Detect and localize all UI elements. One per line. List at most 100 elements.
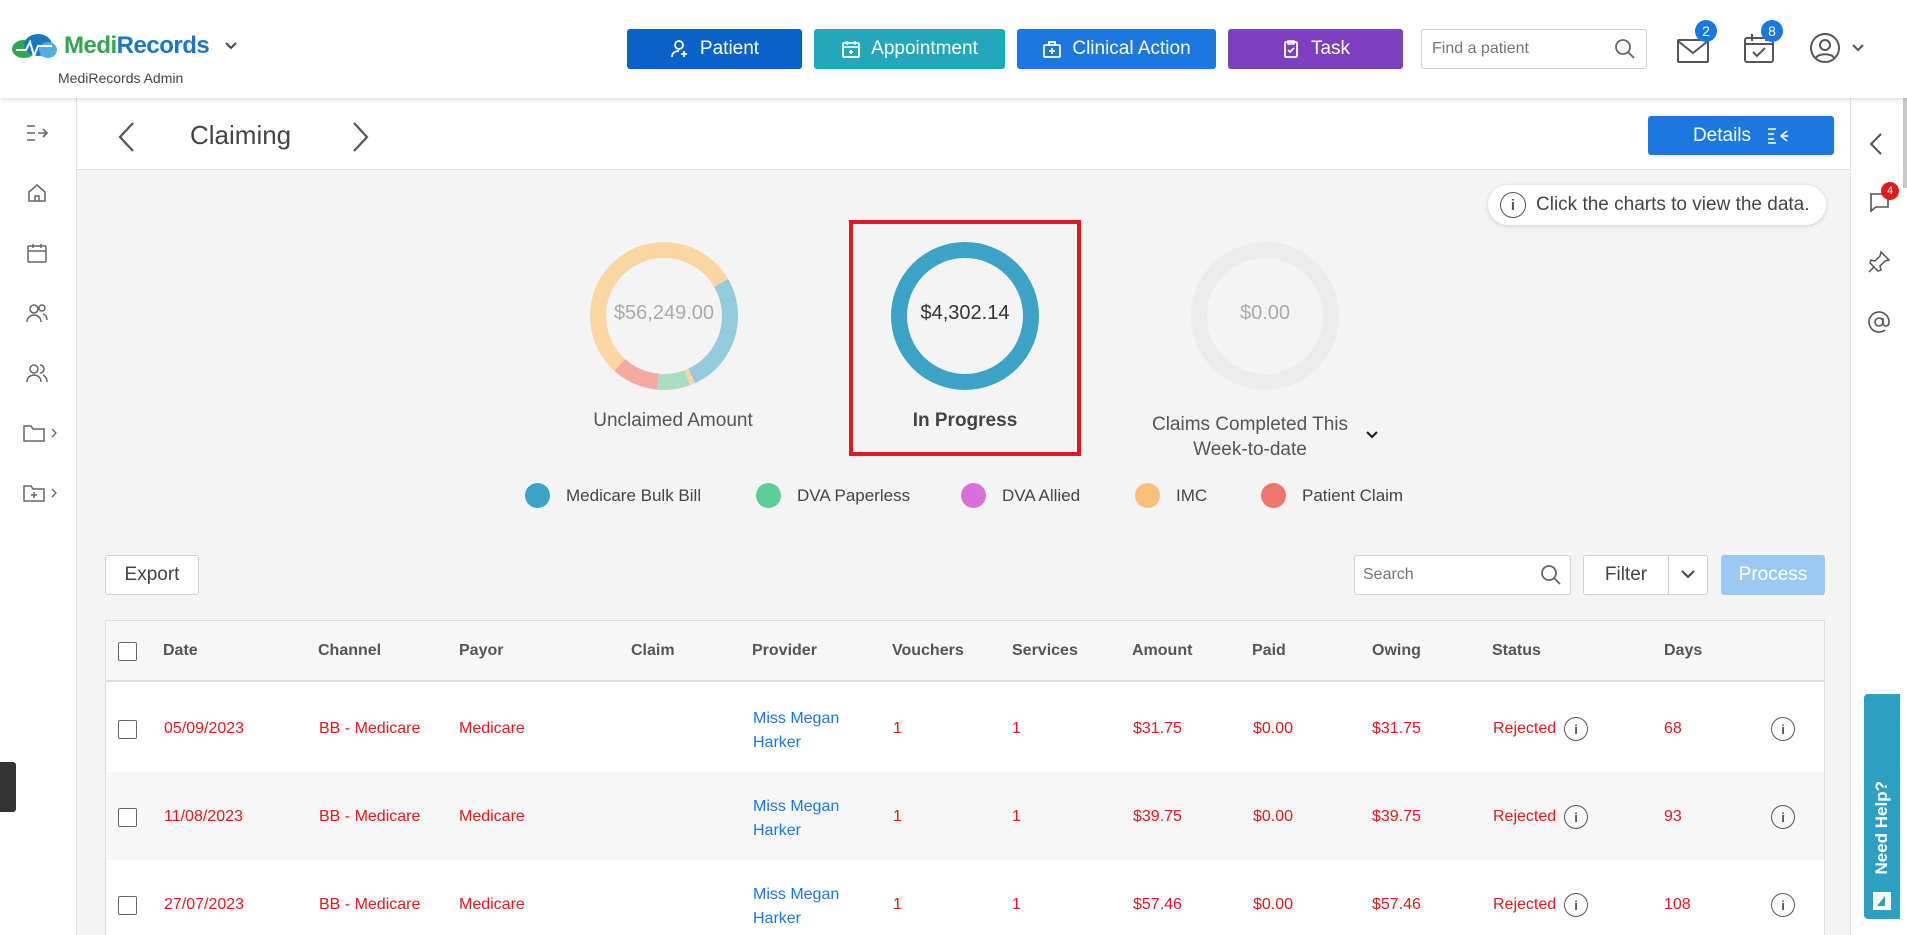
chevron-left-icon[interactable] (1867, 132, 1887, 161)
cell-channel: BB - Medicare (319, 808, 421, 825)
status-info-icon[interactable]: i (1564, 805, 1588, 829)
cell-status: Rejected (1493, 808, 1557, 825)
claims-completed-chart[interactable]: $0.00 (1189, 240, 1341, 392)
cell-days: 93 (1664, 808, 1682, 825)
column-header-services[interactable]: Services (1012, 642, 1078, 660)
row-info-icon[interactable]: i (1771, 893, 1795, 917)
filter-button[interactable]: Filter (1583, 555, 1708, 595)
add-folder-icon[interactable] (22, 478, 62, 508)
process-button[interactable]: Process (1721, 555, 1825, 595)
calendar-icon[interactable] (22, 238, 52, 268)
collapse-panel-icon (1768, 127, 1789, 144)
column-header-channel[interactable]: Channel (318, 642, 381, 660)
previous-page-icon[interactable] (116, 120, 138, 159)
top-bar: MediRecords MediRecords Admin Patient Ap… (0, 0, 1907, 98)
table-search-box[interactable] (1354, 555, 1571, 595)
column-header-paid[interactable]: Paid (1252, 642, 1286, 660)
column-header-days[interactable]: Days (1664, 642, 1702, 660)
legend-dva-paperless[interactable]: DVA Paperless (756, 483, 910, 508)
new-patient-button[interactable]: Patient (627, 29, 802, 69)
export-button[interactable]: Export (105, 555, 199, 595)
cell-date: 27/07/2023 (164, 896, 245, 913)
row-checkbox[interactable] (118, 720, 137, 739)
column-header-amount[interactable]: Amount (1132, 642, 1192, 660)
user-menu[interactable] (1809, 32, 1865, 64)
table-search-input[interactable] (1363, 566, 1540, 584)
patients-icon[interactable] (22, 358, 52, 388)
cell-provider-link[interactable]: Miss Megan Harker (753, 795, 839, 843)
help-chat-icon (1873, 892, 1891, 910)
cell-provider-link[interactable]: Miss Megan Harker (753, 707, 839, 755)
new-task-button[interactable]: Task (1228, 29, 1403, 69)
app-subtitle: MediRecords Admin (58, 70, 184, 86)
comments-icon[interactable]: 4 (1867, 182, 1899, 219)
pin-icon[interactable] (1867, 250, 1891, 279)
patient-search-input[interactable] (1432, 40, 1614, 58)
row-info-icon[interactable]: i (1771, 805, 1795, 829)
claims-completed-value: $0.00 (1239, 302, 1291, 324)
unclaimed-amount-label: Unclaimed Amount (593, 410, 753, 431)
search-icon[interactable] (1540, 564, 1562, 586)
table-row[interactable]: 27/07/2023 BB - Medicare Medicare Miss M… (106, 860, 1824, 935)
select-all-checkbox[interactable] (118, 642, 137, 661)
legend-patient-claim[interactable]: Patient Claim (1261, 483, 1403, 508)
cell-amount: $39.75 (1133, 808, 1182, 825)
need-help-tab[interactable]: Need Help? (1864, 694, 1900, 919)
messages-button[interactable]: 2 (1676, 20, 1717, 64)
chevron-down-icon[interactable] (1669, 567, 1707, 583)
table-row[interactable]: 05/09/2023 BB - Medicare Medicare Miss M… (106, 684, 1824, 772)
cell-channel: BB - Medicare (319, 896, 421, 913)
chevron-down-icon[interactable] (223, 38, 239, 54)
folder-icon[interactable] (22, 418, 62, 448)
column-header-status[interactable]: Status (1492, 642, 1541, 660)
new-clinical-action-button[interactable]: Clinical Action (1017, 29, 1216, 69)
scrollbar-thumb[interactable] (1903, 98, 1907, 188)
practitioners-icon[interactable] (22, 298, 52, 328)
column-header-payor[interactable]: Payor (459, 642, 503, 660)
column-header-vouchers[interactable]: Vouchers (892, 642, 964, 660)
patient-search-box[interactable] (1421, 29, 1647, 69)
status-info-icon[interactable]: i (1564, 893, 1588, 917)
row-info-icon[interactable]: i (1771, 717, 1795, 741)
cell-owing: $57.46 (1372, 896, 1421, 913)
unclaimed-amount-value: $56,249.00 (613, 302, 715, 324)
unclaimed-amount-chart[interactable]: $56,249.00 (588, 240, 740, 392)
row-checkbox[interactable] (118, 808, 137, 827)
legend-imc[interactable]: IMC (1135, 483, 1207, 508)
cell-payor: Medicare (459, 720, 525, 737)
column-header-claim[interactable]: Claim (631, 642, 675, 660)
period-dropdown-icon[interactable] (1364, 428, 1380, 447)
legend-medicare-bulk-bill[interactable]: Medicare Bulk Bill (525, 483, 701, 508)
home-icon[interactable] (22, 178, 52, 208)
right-sidebar: 4 Need Help? (1850, 98, 1907, 935)
cell-amount: $57.46 (1133, 896, 1182, 913)
claims-completed-label: Claims Completed This Week-to-date (1151, 414, 1349, 460)
legend-dot (525, 483, 550, 508)
next-page-icon[interactable] (349, 120, 371, 159)
legend-dva-allied[interactable]: DVA Allied (961, 483, 1080, 508)
tasks-calendar-button[interactable]: 8 (1743, 20, 1783, 64)
cell-channel: BB - Medicare (319, 720, 421, 737)
new-appointment-button[interactable]: Appointment (814, 29, 1005, 69)
table-row[interactable]: 11/08/2023 BB - Medicare Medicare Miss M… (106, 772, 1824, 860)
cell-paid: $0.00 (1253, 896, 1294, 913)
details-button[interactable]: Details (1648, 116, 1834, 155)
cell-services: 1 (1012, 896, 1021, 913)
cell-amount: $31.75 (1133, 720, 1182, 737)
row-checkbox[interactable] (118, 896, 137, 915)
cell-provider-link[interactable]: Miss Megan Harker (753, 883, 839, 931)
mention-icon[interactable] (1867, 310, 1891, 339)
chevron-down-icon (1852, 44, 1864, 52)
cell-vouchers: 1 (893, 808, 902, 825)
column-header-provider[interactable]: Provider (752, 642, 817, 660)
side-tab-handle[interactable] (0, 762, 16, 812)
status-info-icon[interactable]: i (1564, 717, 1588, 741)
cell-days: 68 (1664, 720, 1682, 737)
app-logo[interactable]: MediRecords (10, 32, 239, 60)
search-icon[interactable] (1614, 38, 1636, 60)
column-header-owing[interactable]: Owing (1372, 642, 1421, 660)
column-header-date[interactable]: Date (163, 642, 198, 660)
need-help-label: Need Help? (1872, 781, 1891, 875)
in-progress-chart[interactable]: $4,302.14 (889, 240, 1041, 392)
expand-sidebar-icon[interactable] (22, 118, 52, 148)
